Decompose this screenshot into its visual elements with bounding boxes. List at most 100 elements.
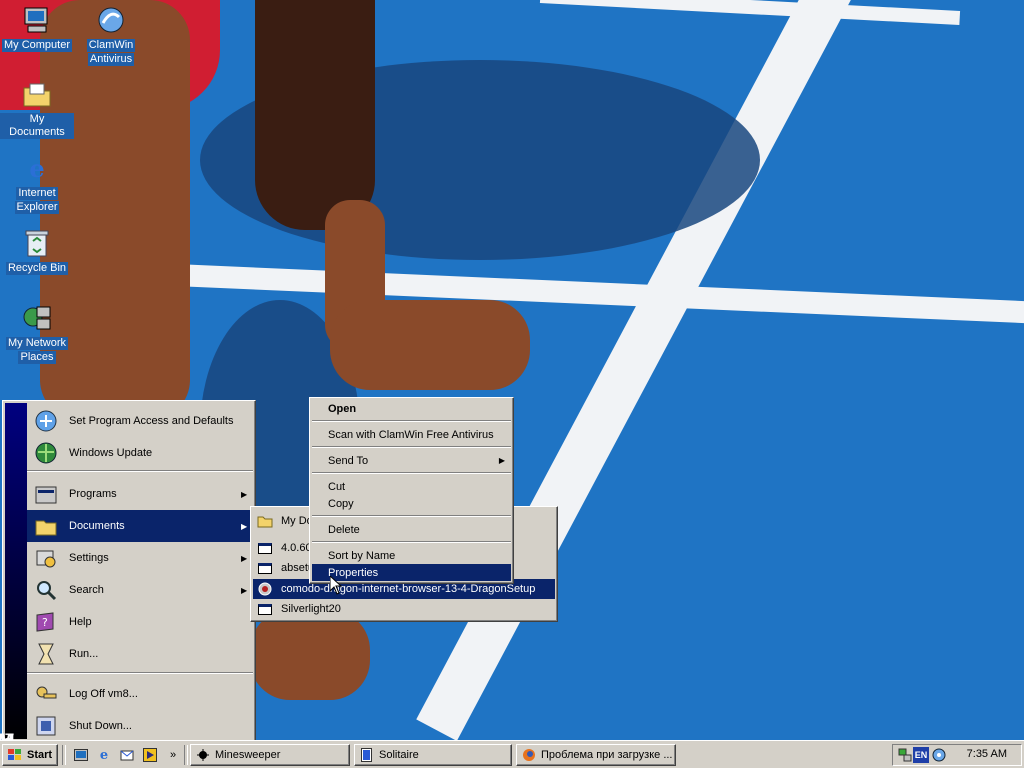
start-item-label: Windows Update — [69, 447, 153, 459]
start-item-label: Log Off vm8... — [69, 688, 138, 700]
start-item-windows-update[interactable]: Windows Update — [27, 437, 253, 469]
comodo-dragon-icon — [255, 581, 275, 597]
desktop-icon-label: Places — [18, 351, 56, 364]
taskbar-separator — [62, 745, 66, 765]
folder-icon — [21, 79, 53, 111]
taskbar-separator — [184, 745, 188, 765]
language-label: EN — [914, 750, 928, 760]
submenu-arrow-icon: ▶ — [241, 489, 248, 499]
start-menu: Windows 2000 Personal Set Program Access… — [0, 400, 256, 750]
context-item-scan-clamwin[interactable]: Scan with ClamWin Free Antivirus — [312, 426, 511, 443]
taskbar-button-firefox[interactable]: Проблема при загрузке ... — [516, 744, 676, 766]
computer-icon — [21, 4, 53, 36]
programs-icon — [31, 480, 61, 508]
solitaire-icon — [359, 747, 375, 763]
windows-update-icon — [31, 439, 61, 467]
start-item-set-program-access[interactable]: Set Program Access and Defaults — [27, 405, 253, 437]
desktop-icon-label: My Computer — [1, 39, 73, 52]
submenu-arrow-icon: ▶ — [498, 456, 505, 465]
taskbar-button-minesweeper[interactable]: Minesweeper — [190, 744, 350, 766]
desktop-icon-internet-explorer[interactable]: e Internet Explorer — [0, 152, 74, 214]
start-item-programs[interactable]: Programs ▶ — [27, 478, 253, 510]
context-item-label: Scan with ClamWin Free Antivirus — [328, 428, 494, 441]
start-item-label: Help — [69, 616, 92, 628]
language-indicator[interactable]: EN — [913, 747, 929, 763]
start-item-settings[interactable]: Settings ▶ — [27, 542, 253, 574]
taskbar: Start e » Minesweeper Solitaire Проблема… — [0, 740, 1024, 768]
context-item-open[interactable]: Open — [312, 400, 511, 417]
start-item-label: Search — [69, 584, 104, 596]
desktop-icon-label: Internet — [16, 187, 58, 200]
start-item-label: Run... — [69, 648, 99, 660]
taskbar-button-solitaire[interactable]: Solitaire — [354, 744, 512, 766]
desktop-icon-label: Antivirus — [87, 53, 135, 66]
start-menu-banner: Windows 2000 Personal — [0, 403, 27, 750]
folder-icon — [255, 513, 275, 529]
recycle-bin-icon — [21, 227, 53, 259]
start-button[interactable]: Start — [2, 744, 58, 766]
windows-logo-icon — [7, 747, 23, 763]
context-item-label: Sort by Name — [328, 549, 396, 562]
context-menu-separator — [312, 420, 511, 422]
firefox-icon — [521, 747, 537, 763]
wallpaper-hand — [330, 300, 530, 390]
documents-item-label: 4.0.60 — [281, 542, 312, 554]
desktop-icon-clamwin[interactable]: ClamWin Antivirus — [74, 4, 148, 66]
documents-item-silverlight20[interactable]: Silverlight20 — [253, 599, 555, 619]
start-item-documents[interactable]: Documents ▶ — [27, 510, 253, 542]
start-item-label: Settings — [69, 552, 109, 564]
context-menu-separator — [312, 446, 511, 448]
desktop-icon-recycle-bin[interactable]: Recycle Bin — [0, 227, 74, 275]
start-menu-separator — [27, 470, 253, 472]
context-item-delete[interactable]: Delete — [312, 521, 511, 538]
start-item-run[interactable]: Run... — [27, 638, 253, 670]
clock[interactable]: 7:35 AM — [967, 748, 1007, 760]
settings-icon — [31, 544, 61, 572]
show-desktop-icon[interactable] — [72, 746, 90, 764]
context-item-sort-by-name[interactable]: Sort by Name — [312, 547, 511, 564]
quick-launch-overflow-icon[interactable]: » — [164, 746, 182, 764]
start-button-label: Start — [27, 749, 53, 761]
desktop-icon-label: Explorer — [14, 201, 60, 214]
context-item-label: Cut — [328, 480, 346, 493]
start-item-search[interactable]: Search ▶ — [27, 574, 253, 606]
context-menu-separator — [312, 515, 511, 517]
mouse-cursor-icon — [330, 576, 342, 595]
context-item-label: Send To — [328, 454, 369, 467]
window-icon — [255, 540, 275, 556]
desktop-icon-my-computer[interactable]: My Computer — [0, 4, 74, 52]
wallpaper-hand — [250, 610, 370, 700]
desktop-icon-my-documents[interactable]: My Documents — [0, 79, 74, 139]
minesweeper-icon — [195, 747, 211, 763]
clamwin-tray-icon[interactable] — [931, 747, 947, 763]
start-item-label: Documents — [69, 520, 125, 532]
context-item-send-to[interactable]: Send To ▶ — [312, 452, 511, 469]
start-item-label: Shut Down... — [69, 720, 132, 732]
desktop-icon-label: Recycle Bin — [5, 262, 69, 275]
wallpaper-arm — [255, 0, 375, 230]
context-item-label: Copy — [328, 497, 354, 510]
context-item-cut[interactable]: Cut — [312, 478, 511, 495]
outlook-express-icon[interactable] — [118, 746, 136, 764]
media-player-icon[interactable] — [141, 746, 159, 764]
context-item-label: Delete — [328, 523, 360, 536]
system-tray: EN 7:35 AM — [892, 744, 1022, 766]
context-item-copy[interactable]: Copy — [312, 495, 511, 512]
start-item-shut-down[interactable]: Shut Down... — [27, 710, 253, 742]
taskbar-button-label: Minesweeper — [215, 749, 281, 761]
context-menu: Open Scan with ClamWin Free Antivirus Se… — [309, 397, 514, 584]
documents-item-label: Silverlight20 — [281, 603, 341, 615]
run-icon — [31, 640, 61, 668]
desktop-icon-my-network-places[interactable]: My Network Places — [0, 302, 74, 364]
window-icon — [255, 601, 275, 617]
log-off-icon — [31, 680, 61, 708]
network-tray-icon[interactable] — [897, 747, 913, 763]
context-menu-separator — [312, 541, 511, 543]
start-item-help[interactable]: ? Help — [27, 606, 253, 638]
taskbar-button-label: Solitaire — [379, 749, 419, 761]
search-icon — [31, 576, 61, 604]
start-item-log-off[interactable]: Log Off vm8... — [27, 678, 253, 710]
internet-explorer-icon[interactable]: e — [95, 746, 113, 764]
clamwin-icon — [95, 4, 127, 36]
window-icon — [255, 560, 275, 576]
